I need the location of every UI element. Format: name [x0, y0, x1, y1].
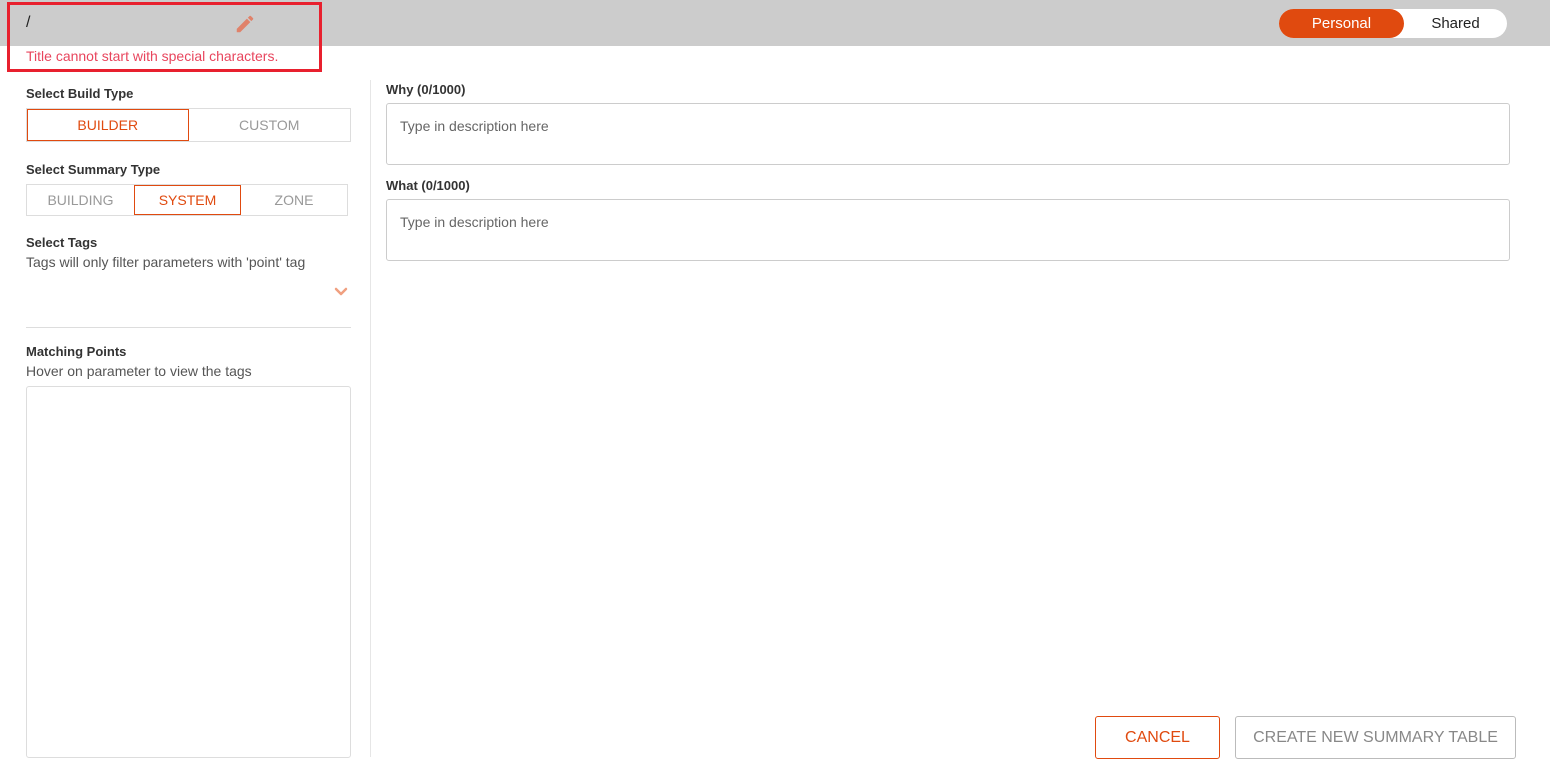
toggle-personal[interactable]: Personal [1279, 9, 1404, 38]
visibility-toggle[interactable]: Personal Shared [1279, 9, 1507, 38]
why-textarea[interactable]: Type in description here [386, 103, 1510, 165]
build-type-selector: BUILDER CUSTOM [26, 108, 351, 142]
create-summary-table-button[interactable]: CREATE NEW SUMMARY TABLE [1235, 716, 1516, 759]
title-error-message: Title cannot start with special characte… [26, 48, 279, 64]
summary-type-zone-button[interactable]: ZONE [241, 185, 347, 215]
tags-hint: Tags will only filter parameters with 'p… [26, 254, 306, 270]
tags-label: Select Tags [26, 235, 98, 250]
what-textarea[interactable]: Type in description here [386, 199, 1510, 261]
summary-type-label: Select Summary Type [26, 162, 161, 177]
build-type-label: Select Build Type [26, 86, 134, 101]
chevron-down-icon[interactable] [334, 287, 348, 297]
what-label: What (0/1000) [386, 178, 470, 193]
column-divider [370, 80, 371, 757]
matching-points-label: Matching Points [26, 344, 127, 359]
summary-type-system-button[interactable]: SYSTEM [134, 185, 241, 215]
build-type-custom-button[interactable]: CUSTOM [189, 109, 351, 141]
pencil-edit-icon[interactable] [234, 13, 256, 35]
summary-type-building-button[interactable]: BUILDING [27, 185, 134, 215]
cancel-button[interactable]: CANCEL [1095, 716, 1220, 759]
why-label: Why (0/1000) [386, 82, 466, 97]
summary-type-selector: BUILDING SYSTEM ZONE [26, 184, 348, 216]
matching-points-hint: Hover on parameter to view the tags [26, 363, 252, 379]
toggle-shared[interactable]: Shared [1404, 9, 1507, 38]
build-type-builder-button[interactable]: BUILDER [27, 109, 189, 141]
section-divider [26, 327, 351, 328]
matching-points-list[interactable] [26, 386, 351, 758]
page-title[interactable]: / [26, 14, 30, 32]
